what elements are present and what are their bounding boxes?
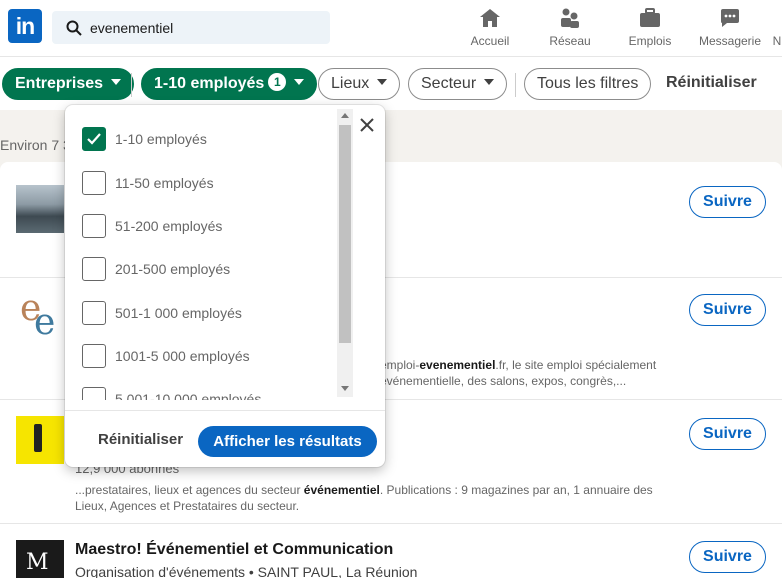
filter-secteur[interactable]: Secteur <box>408 68 508 100</box>
filter-lieux-label: Lieux <box>331 75 370 92</box>
filter-company-size[interactable]: 1-10 employés 1 <box>141 68 318 100</box>
checkbox[interactable] <box>82 301 106 325</box>
filter-company-size-label: 1-10 employés <box>154 75 265 92</box>
option-label: 501-1 000 employés <box>115 305 242 321</box>
all-filters-button[interactable]: Tous les filtres <box>524 68 652 100</box>
follow-button[interactable]: Suivre <box>689 294 766 326</box>
checkbox[interactable] <box>82 387 106 400</box>
close-icon[interactable] <box>355 113 379 137</box>
nav-home-label: Accueil <box>470 34 510 48</box>
checkbox[interactable] <box>82 257 106 281</box>
top-nav-bar: in evenementiel Accueil Réseau Emplois M… <box>0 0 782 56</box>
filter-entreprises[interactable]: Entreprises <box>2 68 135 100</box>
reset-filters-button[interactable]: Réinitialiser <box>666 74 757 92</box>
option-label: 51-200 employés <box>115 218 223 234</box>
dropdown-reset-button[interactable]: Réinitialiser <box>98 431 183 448</box>
nav-network-label: Réseau <box>549 34 591 48</box>
company-subtitle: Organisation d'événements • SAINT PAUL, … <box>75 564 418 578</box>
chevron-down-icon <box>484 79 495 86</box>
search-icon <box>66 20 82 36</box>
company-size-dropdown: 1-10 employés 11-50 employés 51-200 empl… <box>65 105 385 467</box>
checkbox[interactable] <box>82 344 106 368</box>
chevron-down-icon <box>294 79 305 86</box>
scroll-down-icon[interactable] <box>341 386 349 391</box>
nav-network[interactable]: Réseau <box>546 6 594 50</box>
search-bar[interactable]: evenementiel <box>52 11 330 44</box>
scrollbar-thumb[interactable] <box>339 125 351 343</box>
option-label: 1-10 employés <box>115 131 207 147</box>
follow-button[interactable]: Suivre <box>689 186 766 218</box>
divider <box>515 73 516 97</box>
network-icon <box>561 8 579 28</box>
home-icon <box>480 9 500 27</box>
option-label: 5 001-10 000 employés <box>115 391 262 400</box>
company-logo[interactable]: M <box>16 540 64 578</box>
nav-notifications-label: N <box>772 34 782 48</box>
search-input[interactable]: evenementiel <box>90 20 173 36</box>
scroll-up-icon[interactable] <box>341 113 349 118</box>
list-item: M Maestro! Événementiel et Communication… <box>0 524 782 578</box>
briefcase-icon <box>640 8 660 27</box>
logo-text: M <box>26 550 49 575</box>
results-count: Environ 7 3 <box>0 137 71 153</box>
company-logo[interactable] <box>16 416 64 464</box>
linkedin-logo[interactable]: in <box>8 9 42 43</box>
dropdown-scrollbar[interactable] <box>337 109 353 397</box>
nav-home[interactable]: Accueil <box>466 6 514 50</box>
chevron-down-icon <box>377 79 388 86</box>
company-logo[interactable]: e e <box>16 288 64 343</box>
filter-count-badge: 1 <box>268 73 287 92</box>
result-snippet: ...prestataires, lieux et agences du sec… <box>75 483 653 513</box>
logo-letter: e <box>34 302 56 343</box>
option-label: 11-50 employés <box>115 175 214 191</box>
dropdown-footer: Réinitialiser Afficher les résultats <box>65 410 385 467</box>
filter-secteur-label: Secteur <box>421 75 477 92</box>
filter-lieux[interactable]: Lieux <box>318 68 401 100</box>
divider <box>131 73 132 97</box>
chevron-down-icon <box>111 79 122 86</box>
nav-notifications[interactable]: N <box>772 6 782 50</box>
show-results-button[interactable]: Afficher les résultats <box>198 426 377 457</box>
nav-jobs[interactable]: Emplois <box>626 6 674 50</box>
company-logo[interactable] <box>16 185 64 233</box>
nav-messaging[interactable]: Messagerie <box>696 6 764 50</box>
nav-jobs-label: Emplois <box>628 34 672 48</box>
checkbox-checked[interactable] <box>82 127 106 151</box>
result-snippet: ...emploi-evenementiel.fr, le site emplo… <box>370 358 657 388</box>
option-label: 1001-5 000 employés <box>115 348 250 364</box>
company-name-link[interactable]: Maestro! Événementiel et Communication <box>75 541 393 559</box>
checkbox[interactable] <box>82 171 106 195</box>
checkmark-icon <box>87 133 101 145</box>
logo-mark <box>34 424 42 452</box>
checkbox[interactable] <box>82 214 106 238</box>
follow-button[interactable]: Suivre <box>689 541 766 573</box>
messaging-icon <box>721 9 739 27</box>
company-size-options[interactable]: 1-10 employés 11-50 employés 51-200 empl… <box>65 105 353 400</box>
option-label: 201-500 employés <box>115 261 231 277</box>
follow-button[interactable]: Suivre <box>689 418 766 450</box>
nav-messaging-label: Messagerie <box>698 34 762 48</box>
notifications-icon <box>772 6 782 30</box>
filter-bar: Entreprises 1-10 employés 1 Lieux Secteur… <box>0 56 782 110</box>
filter-entreprises-label: Entreprises <box>15 75 104 92</box>
